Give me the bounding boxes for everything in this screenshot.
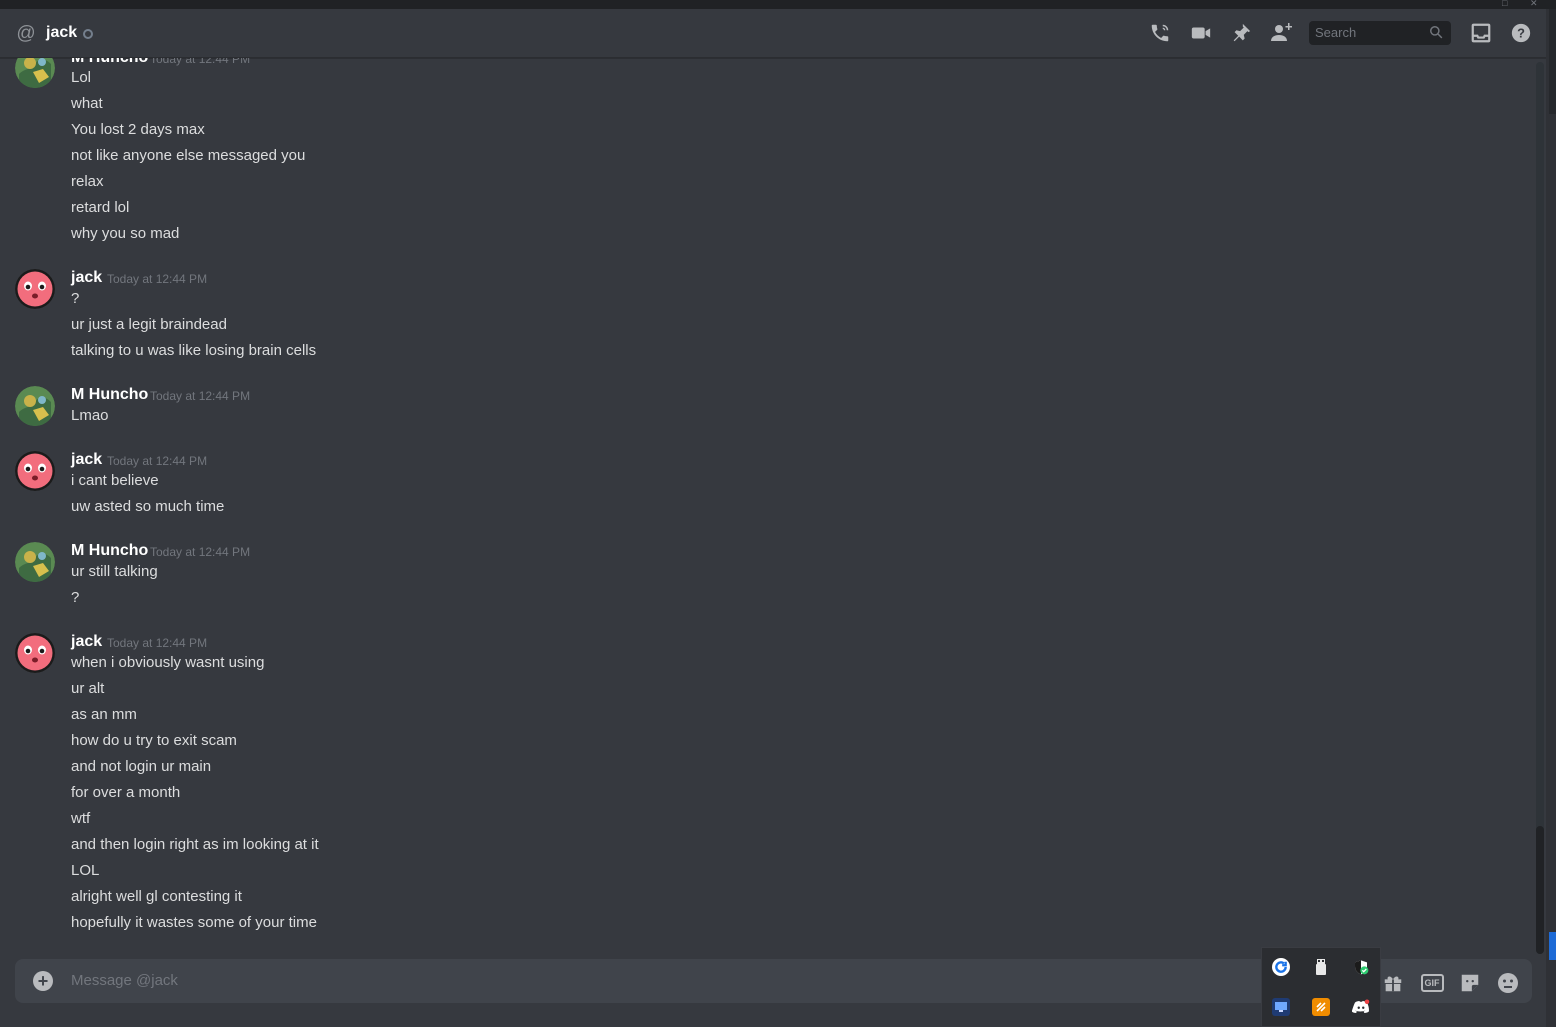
- add-friend-to-dm-icon[interactable]: [1269, 21, 1293, 45]
- pinned-messages-icon[interactable]: [1229, 21, 1253, 45]
- message-timestamp: Today at 12:44 PM: [107, 636, 208, 650]
- avatar-mhuncho[interactable]: [15, 58, 55, 88]
- message-line: uw asted so much time: [71, 498, 225, 515]
- gif-label: GIF: [1420, 974, 1444, 992]
- edge-strip: [1549, 9, 1556, 114]
- avatar-jack[interactable]: [15, 633, 55, 673]
- message-author[interactable]: M Huncho: [71, 541, 148, 561]
- avatar-jack[interactable]: [15, 269, 55, 309]
- start-voice-call-icon[interactable]: [1148, 21, 1172, 45]
- search-icon: [1429, 25, 1445, 41]
- message-timestamp: Today at 12:44 PM: [107, 272, 208, 286]
- search-input[interactable]: Search: [1309, 21, 1451, 45]
- message-line: retard lol: [71, 199, 130, 216]
- edge-highlight: [1549, 932, 1556, 960]
- discord-icon[interactable]: [1352, 998, 1370, 1016]
- refresh-app-icon[interactable]: [1272, 958, 1290, 976]
- message-line: for over a month: [71, 784, 181, 801]
- message-input-placeholder[interactable]: Message @jack: [71, 971, 178, 991]
- start-video-call-icon[interactable]: [1189, 21, 1213, 45]
- message-line: Lol: [71, 69, 92, 86]
- message-author[interactable]: jack: [71, 450, 102, 470]
- message-timestamp: Today at 12:44 PM: [150, 389, 251, 403]
- message-line: ?: [71, 290, 80, 307]
- orange-app-icon[interactable]: [1312, 998, 1330, 1016]
- message-line: and then login right as im looking at it: [71, 836, 319, 853]
- usb-drive-icon[interactable]: [1312, 958, 1330, 976]
- message-line: LOL: [71, 862, 100, 879]
- message-line: why you so mad: [71, 225, 180, 242]
- avatar-mhuncho[interactable]: [15, 542, 55, 582]
- upload-plus-icon[interactable]: +: [33, 971, 53, 991]
- dm-recipient-name: jack: [46, 24, 78, 41]
- message-line: ur alt: [71, 680, 105, 697]
- message-line: how do u try to exit scam: [71, 732, 237, 749]
- message-author[interactable]: jack: [71, 632, 102, 652]
- display-app-icon[interactable]: [1272, 998, 1290, 1016]
- window-titlebar: □ ✕: [0, 0, 1556, 9]
- message-line: i cant believe: [71, 472, 159, 489]
- message-author[interactable]: jack: [71, 268, 102, 288]
- message-line: relax: [71, 173, 104, 190]
- message-timestamp: Today at 12:44 PM: [150, 58, 251, 66]
- message-scrollbar[interactable]: [1536, 62, 1544, 954]
- message-list[interactable]: M Huncho Today at 12:44 PM Lol what You …: [0, 58, 1530, 954]
- scrollbar-thumb[interactable]: [1536, 826, 1544, 954]
- avatar-mhuncho[interactable]: [15, 386, 55, 426]
- message-author[interactable]: M Huncho: [71, 58, 148, 68]
- message-line: Lmao: [71, 407, 109, 424]
- message-line: what: [71, 95, 103, 112]
- emoji-icon[interactable]: [1496, 971, 1520, 995]
- message-line: wtf: [71, 810, 91, 827]
- message-author[interactable]: M Huncho: [71, 385, 148, 405]
- sticker-icon[interactable]: [1458, 971, 1482, 995]
- svg-text:?: ?: [1517, 26, 1525, 41]
- message-line: not like anyone else messaged you: [71, 147, 306, 164]
- status-offline-icon: [83, 29, 93, 39]
- window-right-edge: [1546, 9, 1556, 1027]
- channel-header: @ jack Search ?: [0, 9, 1546, 58]
- message-timestamp: Today at 12:44 PM: [150, 545, 251, 559]
- help-icon[interactable]: ?: [1509, 21, 1533, 45]
- gif-icon[interactable]: GIF: [1420, 971, 1444, 995]
- security-shield-icon[interactable]: [1352, 958, 1370, 976]
- maximize-button[interactable]: □: [1502, 0, 1507, 8]
- close-window-button[interactable]: ✕: [1530, 0, 1538, 8]
- gift-icon[interactable]: [1381, 971, 1405, 995]
- message-line: when i obviously wasnt using: [71, 654, 265, 671]
- message-line: hopefully it wastes some of your time: [71, 914, 317, 931]
- message-line: as an mm: [71, 706, 137, 723]
- message-line: and not login ur main: [71, 758, 212, 775]
- dm-at-icon: @: [16, 23, 36, 44]
- inbox-icon[interactable]: [1469, 21, 1493, 45]
- avatar-jack[interactable]: [15, 451, 55, 491]
- search-placeholder: Search: [1315, 25, 1357, 40]
- system-tray-popup: [1261, 947, 1381, 1027]
- message-line: talking to u was like losing brain cells: [71, 342, 317, 359]
- message-line: ?: [71, 589, 80, 606]
- message-line: ur still talking: [71, 563, 158, 580]
- message-line: alright well gl contesting it: [71, 888, 242, 905]
- message-line: You lost 2 days max: [71, 121, 205, 138]
- message-line: ur just a legit braindead: [71, 316, 227, 333]
- message-timestamp: Today at 12:44 PM: [107, 454, 208, 468]
